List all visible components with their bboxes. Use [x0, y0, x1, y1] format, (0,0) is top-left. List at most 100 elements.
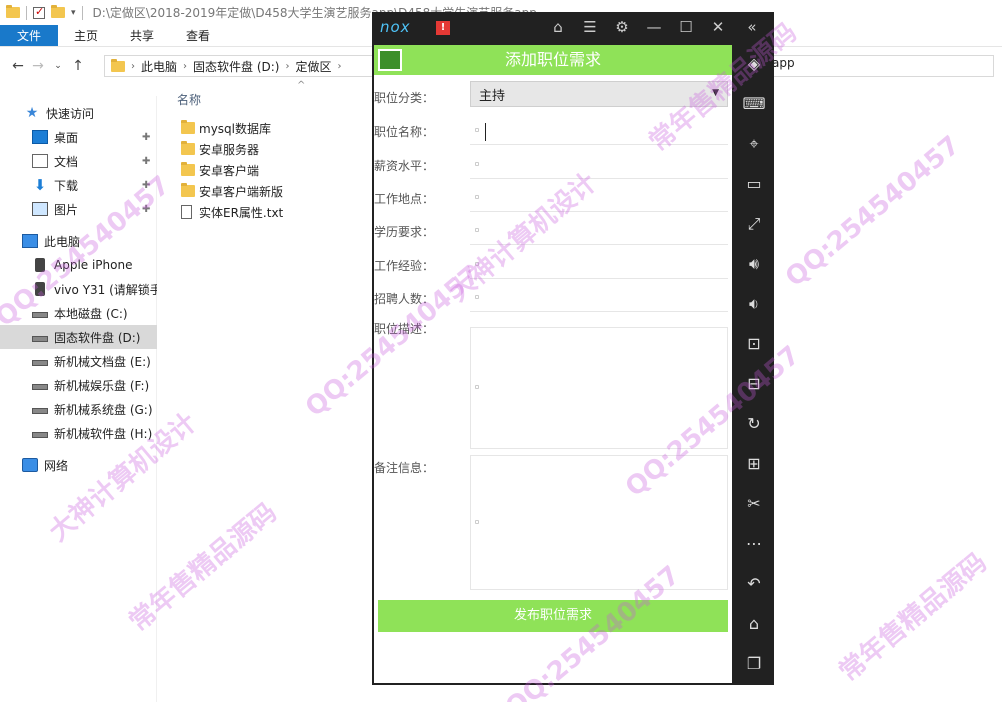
home-icon[interactable]: ⌂	[734, 612, 774, 636]
file-row[interactable]: 安卓客户端	[181, 160, 259, 180]
sort-ascending-icon[interactable]: ^	[297, 80, 305, 91]
field-label-salary: 薪资水平：	[374, 159, 435, 173]
tab-view[interactable]: 查看	[170, 25, 226, 46]
nav-item-apple-iphone[interactable]: Apple iPhone	[0, 253, 157, 277]
nav-item-drive-g[interactable]: 新机械系统盘 (G:)	[0, 397, 157, 421]
file-row[interactable]: 安卓服务器	[181, 139, 259, 159]
drive-icon	[32, 312, 48, 318]
recent-dropdown-icon[interactable]: ⌄	[48, 61, 68, 71]
screenshot-icon[interactable]: ⊡	[734, 332, 774, 356]
input-handle-icon	[475, 295, 479, 299]
collapse-sidebar-icon[interactable]: «	[742, 17, 762, 37]
description-textarea[interactable]	[470, 327, 728, 449]
shirt-theme-icon[interactable]: ⌂	[548, 17, 568, 37]
nav-item-quick-access[interactable]: ★ 快速访问	[0, 101, 157, 125]
keyboard-icon[interactable]: ⌨	[734, 92, 774, 116]
education-input[interactable]	[470, 217, 728, 245]
scissors-icon[interactable]: ✂	[734, 492, 774, 516]
volume-down-icon[interactable]: 🔉︎	[734, 292, 774, 316]
refresh-icon[interactable]: ↻	[734, 412, 774, 436]
remarks-textarea[interactable]	[470, 455, 728, 590]
nav-item-this-pc[interactable]: 此电脑	[0, 229, 157, 253]
drive-icon	[32, 432, 48, 438]
drive-icon	[32, 384, 48, 390]
pin-icon[interactable]: ✚	[142, 132, 150, 143]
field-label-headcount: 招聘人数：	[374, 292, 435, 306]
nav-item-label: 下载	[54, 178, 79, 193]
location-input[interactable]	[470, 184, 728, 212]
properties-icon[interactable]	[33, 5, 45, 19]
screen-icon[interactable]: ▭	[734, 172, 774, 196]
alert-icon[interactable]: !	[436, 21, 450, 35]
tab-file[interactable]: 文件	[0, 25, 59, 46]
volume-up-icon[interactable]: 🔊︎	[734, 252, 774, 276]
more-icon[interactable]: ⋯	[734, 532, 774, 556]
picture-icon	[32, 202, 48, 216]
nav-item-drive-e[interactable]: 新机械文档盘 (E:)	[0, 349, 157, 373]
multi-instance-icon[interactable]: ⊟	[734, 372, 774, 396]
up-arrow-icon[interactable]: ↑	[68, 58, 88, 74]
input-handle-icon	[475, 262, 479, 266]
headcount-input[interactable]	[470, 284, 728, 312]
breadcrumb-tail[interactable]: app	[772, 56, 795, 70]
nav-item-desktop[interactable]: 桌面 ✚	[0, 125, 157, 149]
nav-item-downloads[interactable]: ⬇ 下载 ✚	[0, 173, 157, 197]
category-selected-value: 主持	[479, 88, 506, 104]
document-icon	[32, 154, 48, 168]
tab-home[interactable]: 主页	[58, 25, 114, 46]
breadcrumb-custom-area[interactable]: 定做区	[295, 58, 331, 75]
menu-icon[interactable]: ☰	[580, 17, 600, 37]
divider	[81, 5, 83, 20]
nav-item-label: 网络	[44, 458, 69, 473]
file-row[interactable]: 实体ER属性.txt	[181, 202, 283, 222]
chevron-right-icon[interactable]: ›	[338, 61, 342, 72]
chevron-right-icon[interactable]: ›	[285, 61, 289, 72]
file-row[interactable]: mysql数据库	[181, 118, 271, 138]
nav-item-drive-f[interactable]: 新机械娱乐盘 (F:)	[0, 373, 157, 397]
pin-icon[interactable]: ✚	[142, 204, 150, 215]
file-name: 安卓服务器	[199, 142, 260, 157]
nav-item-network[interactable]: 网络	[0, 453, 157, 477]
category-select[interactable]: 主持 ▼	[470, 81, 728, 107]
nox-titlebar: nox ! ⌂ ☰ ⚙ — ☐ ✕ «	[372, 12, 774, 44]
nav-item-pictures[interactable]: 图片 ✚	[0, 197, 157, 221]
recent-apps-icon[interactable]: ❐	[734, 652, 774, 676]
nav-item-drive-h[interactable]: 新机械软件盘 (H:)	[0, 421, 157, 445]
salary-input[interactable]	[470, 151, 728, 179]
phone-icon	[35, 258, 45, 272]
pin-icon[interactable]: ✚	[142, 156, 150, 167]
forward-arrow-icon[interactable]: →	[28, 58, 48, 74]
chevron-right-icon[interactable]: ›	[131, 61, 135, 72]
nav-item-vivo[interactable]: vivo Y31 (请解锁手	[0, 277, 157, 301]
nav-item-label: Apple iPhone	[54, 258, 133, 272]
location-icon[interactable]: ⌖	[734, 132, 774, 156]
breadcrumb-drive-d[interactable]: 固态软件盘 (D:)	[193, 58, 279, 75]
column-header-name[interactable]: 名称	[177, 91, 201, 108]
nav-item-drive-d[interactable]: 固态软件盘 (D:)	[0, 325, 157, 349]
back-icon[interactable]: ↶	[734, 572, 774, 596]
experience-input[interactable]	[470, 251, 728, 279]
pin-icon[interactable]: ✚	[142, 180, 150, 191]
chevron-right-icon[interactable]: ›	[183, 61, 187, 72]
rotate-icon[interactable]: ◈	[734, 52, 774, 76]
fullscreen-icon[interactable]: ⤢	[734, 212, 774, 236]
nav-item-drive-c[interactable]: 本地磁盘 (C:)	[0, 301, 157, 325]
tab-share[interactable]: 共享	[114, 25, 170, 46]
folder-icon	[6, 5, 20, 18]
minimize-icon[interactable]: —	[644, 17, 664, 37]
gear-icon[interactable]: ⚙	[612, 17, 632, 37]
quick-access-dropdown-icon[interactable]: ▾	[71, 8, 76, 18]
computer-icon	[22, 234, 38, 248]
new-folder-icon[interactable]	[51, 5, 65, 18]
nav-item-documents[interactable]: 文档 ✚	[0, 149, 157, 173]
install-apk-icon[interactable]: ⊞	[734, 452, 774, 476]
close-icon[interactable]: ✕	[708, 17, 728, 37]
back-arrow-icon[interactable]: ←	[8, 58, 28, 74]
drive-icon	[32, 336, 48, 342]
publish-job-button[interactable]: 发布职位需求	[378, 600, 728, 632]
maximize-icon[interactable]: ☐	[676, 17, 696, 37]
app-logo-icon[interactable]	[378, 49, 402, 71]
job-name-input[interactable]	[470, 117, 728, 145]
file-row[interactable]: 安卓客户端新版	[181, 181, 283, 201]
breadcrumb-this-pc[interactable]: 此电脑	[141, 58, 177, 75]
